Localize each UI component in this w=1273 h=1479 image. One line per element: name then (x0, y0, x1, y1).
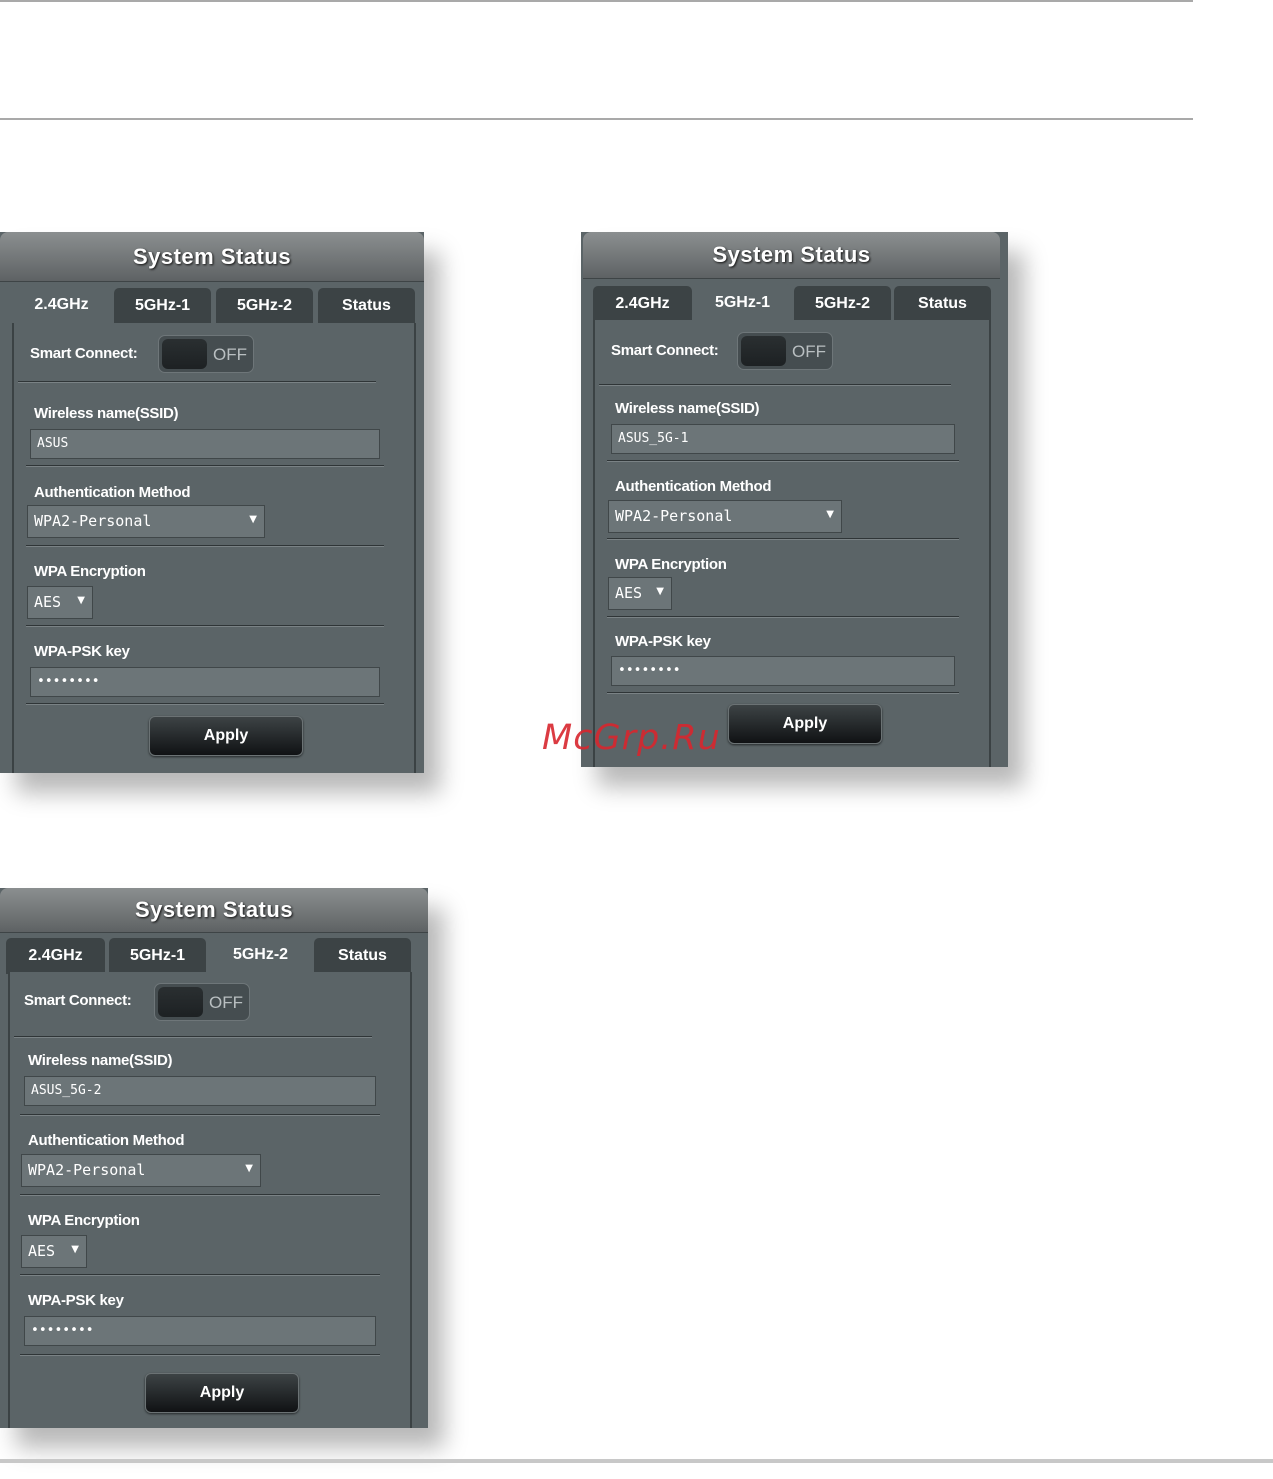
wpa-psk-key-input[interactable]: •••••••• (24, 1316, 376, 1346)
smart-connect-toggle[interactable]: OFF (737, 332, 833, 370)
wpa-encryption-label: WPA Encryption (34, 563, 146, 580)
tab-5ghz-2[interactable]: 5GHz-2 (216, 288, 313, 324)
wpa-psk-key-input[interactable]: •••••••• (30, 667, 380, 697)
wpa-encryption-value: AES (28, 1242, 56, 1260)
auth-method-value: WPA2-Personal (615, 507, 733, 525)
dropdown-arrow-icon: ▼ (826, 509, 834, 520)
ssid-label: Wireless name(SSID) (28, 1052, 173, 1069)
dropdown-arrow-icon: ▼ (77, 595, 85, 606)
system-status-panel-5ghz-1: System Status 2.4GHz 5GHz-1 5GHz-2 Statu… (581, 232, 1008, 767)
smart-connect-toggle[interactable]: OFF (154, 983, 250, 1021)
smart-connect-label: Smart Connect: (611, 342, 719, 359)
bottom-rule (0, 1459, 1273, 1463)
auth-method-select[interactable]: WPA2-Personal ▼ (21, 1154, 261, 1187)
auth-method-label: Authentication Method (28, 1132, 185, 1149)
divider (607, 616, 959, 618)
dropdown-arrow-icon: ▼ (71, 1244, 79, 1255)
wpa-psk-key-label: WPA-PSK key (615, 633, 711, 650)
tab-status[interactable]: Status (894, 286, 991, 322)
ssid-label: Wireless name(SSID) (34, 405, 179, 422)
apply-button[interactable]: Apply (145, 1373, 299, 1413)
smart-connect-toggle[interactable]: OFF (158, 335, 254, 373)
auth-method-value: WPA2-Personal (34, 512, 152, 530)
wpa-encryption-value: AES (34, 593, 62, 611)
toggle-knob (162, 339, 207, 369)
smart-connect-label: Smart Connect: (30, 345, 138, 362)
divider (26, 703, 384, 705)
ssid-input[interactable]: ASUS (30, 429, 380, 459)
tab-5ghz-1[interactable]: 5GHz-1 (114, 288, 211, 324)
divider (599, 384, 951, 386)
divider (20, 1114, 380, 1116)
auth-method-label: Authentication Method (615, 478, 772, 495)
tab-status[interactable]: Status (318, 288, 415, 324)
tab-2-4ghz[interactable]: 2.4GHz (593, 286, 692, 322)
divider (14, 1036, 372, 1038)
divider (20, 1274, 380, 1276)
ssid-input[interactable]: ASUS_5G-2 (24, 1076, 376, 1106)
dropdown-arrow-icon: ▼ (656, 586, 664, 597)
auth-method-select[interactable]: WPA2-Personal ▼ (27, 505, 265, 538)
wpa-encryption-value: AES (615, 584, 643, 602)
tab-2-4ghz[interactable]: 2.4GHz (6, 938, 105, 974)
tab-5ghz-2[interactable]: 5GHz-2 (794, 286, 891, 322)
panel-content: Smart Connect: OFF Wireless name(SSID) A… (593, 320, 991, 767)
tab-2-4ghz[interactable]: 2.4GHz (13, 286, 110, 324)
wpa-psk-key-input[interactable]: •••••••• (611, 656, 955, 686)
wpa-encryption-label: WPA Encryption (28, 1212, 140, 1229)
ssid-input[interactable]: ASUS_5G-1 (611, 424, 955, 454)
auth-method-value: WPA2-Personal (28, 1161, 146, 1179)
tab-status[interactable]: Status (314, 938, 411, 974)
apply-button[interactable]: Apply (728, 704, 882, 744)
divider (20, 1194, 380, 1196)
divider (18, 381, 376, 383)
wpa-psk-key-label: WPA-PSK key (34, 643, 130, 660)
wpa-encryption-label: WPA Encryption (615, 556, 727, 573)
panel-title: System Status (0, 888, 428, 933)
tab-5ghz-1[interactable]: 5GHz-1 (109, 938, 206, 974)
wpa-encryption-select[interactable]: AES ▼ (608, 577, 672, 610)
divider (26, 465, 384, 467)
tab-5ghz-2[interactable]: 5GHz-2 (212, 935, 309, 974)
divider (26, 625, 384, 627)
auth-method-select[interactable]: WPA2-Personal ▼ (608, 500, 842, 533)
watermark: McGrp.Ru (542, 718, 721, 758)
ssid-label: Wireless name(SSID) (615, 400, 760, 417)
wpa-psk-key-label: WPA-PSK key (28, 1292, 124, 1309)
tab-5ghz-1[interactable]: 5GHz-1 (694, 284, 791, 322)
panel-content: Smart Connect: OFF Wireless name(SSID) A… (8, 972, 412, 1428)
divider (607, 538, 959, 540)
toggle-state: OFF (209, 993, 243, 1012)
divider (607, 460, 959, 462)
panel-title: System Status (583, 232, 1000, 279)
wpa-encryption-select[interactable]: AES ▼ (21, 1235, 87, 1268)
dropdown-arrow-icon: ▼ (249, 514, 257, 525)
wpa-encryption-select[interactable]: AES ▼ (27, 586, 93, 619)
panel-content: Smart Connect: OFF Wireless name(SSID) A… (12, 323, 416, 773)
header-rule (0, 118, 1193, 120)
toggle-knob (158, 987, 203, 1017)
toggle-state: OFF (792, 342, 826, 361)
divider (20, 1354, 380, 1356)
auth-method-label: Authentication Method (34, 484, 191, 501)
divider (607, 692, 959, 694)
system-status-panel-24ghz: System Status 2.4GHz 5GHz-1 5GHz-2 Statu… (0, 232, 424, 773)
top-rule (0, 0, 1193, 2)
toggle-state: OFF (213, 345, 247, 364)
smart-connect-label: Smart Connect: (24, 992, 132, 1009)
apply-button[interactable]: Apply (149, 716, 303, 756)
system-status-panel-5ghz-2: System Status 2.4GHz 5GHz-1 5GHz-2 Statu… (0, 888, 428, 1428)
divider (26, 545, 384, 547)
toggle-knob (741, 336, 786, 366)
dropdown-arrow-icon: ▼ (245, 1163, 253, 1174)
panel-title: System Status (0, 232, 424, 282)
